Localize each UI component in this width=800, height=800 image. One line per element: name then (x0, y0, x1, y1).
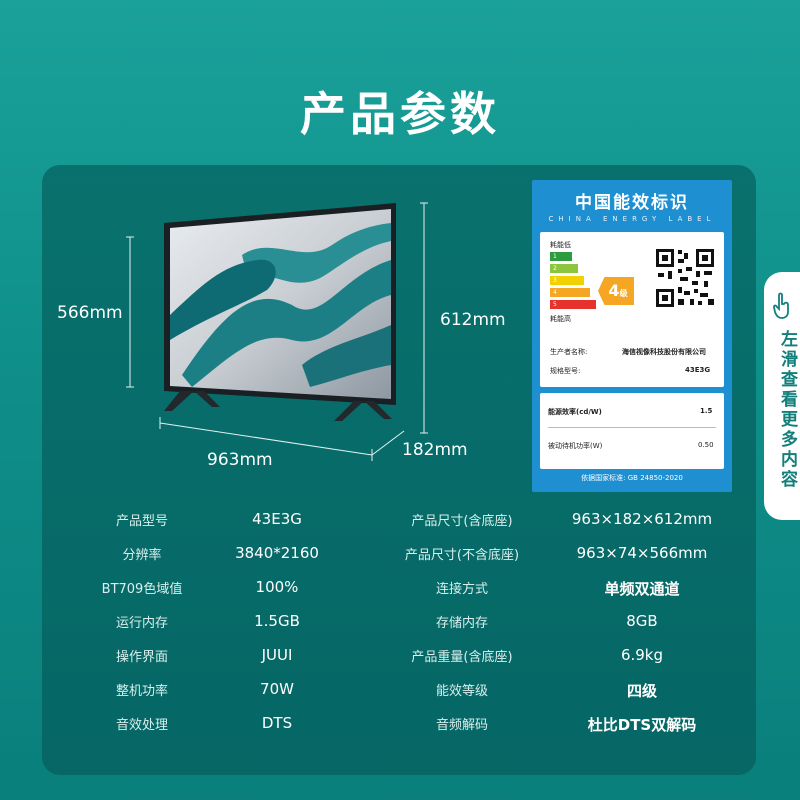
energy-label-lower: 能源效率(cd/W) 1.5 被动待机功率(W) 0.50 (540, 393, 724, 469)
efficiency-value: 1.5 (700, 407, 713, 415)
qr-code-icon (654, 247, 716, 309)
screen-height-label: 566mm (57, 303, 123, 323)
spec-label: 整机功率 (115, 684, 168, 699)
depth-label: 182mm (402, 440, 468, 460)
spec-row: 音效处理 DTS 音频解码 杜比DTS双解码 (42, 714, 756, 748)
grade-indicator: 4级 (598, 277, 634, 305)
spec-label: 产品尺寸(不含底座) (404, 548, 520, 563)
swipe-hint-tab[interactable]: 左滑查看更多内容 (764, 272, 800, 520)
spec-value: 6.9kg (620, 646, 664, 664)
grade-bar-3: 3 (550, 276, 584, 285)
standby-label: 被动待机功率(W) (548, 442, 603, 450)
spec-value: 43E3G (252, 510, 302, 528)
high-consumption-text: 耗能高 (550, 315, 571, 323)
spec-value: 3840*2160 (235, 544, 319, 562)
tv-illustration: 566mm 612mm 963mm 182mm (42, 165, 512, 485)
grade-bar-5: 5 (550, 300, 596, 309)
spec-label: 音效处理 (115, 718, 168, 733)
spec-label: BT709色域值 (101, 582, 183, 597)
spec-label: 产品型号 (115, 514, 168, 529)
spec-value: 四级 (626, 682, 657, 700)
spec-label: 运行内存 (115, 616, 168, 631)
hand-swipe-icon (773, 292, 789, 319)
spec-row: 操作界面 JUUI 产品重量(含底座) 6.9kg (42, 646, 756, 680)
total-height-label: 612mm (440, 310, 506, 330)
efficiency-label: 能源效率(cd/W) (548, 408, 602, 416)
low-consumption-text: 耗能低 (550, 241, 571, 249)
spec-value: 8GB (626, 612, 658, 630)
spec-value: 杜比DTS双解码 (587, 716, 697, 734)
spec-value: 963×74×566mm (576, 544, 708, 562)
spec-label: 连接方式 (435, 582, 488, 597)
energy-label: 中国能效标识 CHINA ENERGY LABEL 耗能低 1 2 3 4 5 … (532, 180, 732, 492)
manufacturer-value: 海信视像科技股份有限公司 (622, 348, 706, 356)
energy-label-title: 中国能效标识 (575, 193, 689, 213)
energy-label-subtitle: CHINA ENERGY LABEL (548, 215, 716, 223)
spec-row: BT709色域值 100% 连接方式 单频双通道 (42, 578, 756, 612)
spec-value: 1.5GB (254, 612, 300, 630)
model-value: 43E3G (685, 366, 711, 374)
spec-label: 操作界面 (115, 650, 168, 665)
model-label: 规格型号: (550, 367, 581, 375)
energy-standard: 依据国家标准: GB 24850-2020 (581, 474, 683, 482)
grade-bar-4: 4 (550, 288, 590, 297)
spec-row: 分辨率 3840*2160 产品尺寸(不含底座) 963×74×566mm (42, 544, 756, 578)
spec-row: 整机功率 70W 能效等级 四级 (42, 680, 756, 714)
spec-label: 音频解码 (435, 718, 488, 733)
spec-label: 产品尺寸(含底座) (411, 514, 513, 529)
spec-row: 产品型号 43E3G 产品尺寸(含底座) 963×182×612mm (42, 510, 756, 544)
standby-value: 0.50 (698, 441, 714, 449)
spec-label: 分辨率 (122, 548, 162, 563)
spec-value: DTS (261, 714, 293, 732)
manufacturer-label: 生产者名称: (550, 348, 588, 356)
grade-bar-1: 1 (550, 252, 572, 261)
spec-value: 单频双通道 (604, 580, 680, 598)
spec-value: 70W (260, 680, 294, 698)
spec-row: 运行内存 1.5GB 存储内存 8GB (42, 612, 756, 646)
grade-bar-2: 2 (550, 264, 578, 273)
spec-value: JUUI (261, 646, 293, 664)
page-title: 产品参数 (300, 87, 500, 141)
spec-label: 存储内存 (435, 616, 488, 631)
spec-value: 100% (255, 578, 299, 596)
spec-value: 963×182×612mm (571, 510, 713, 528)
spec-label: 产品重量(含底座) (411, 650, 513, 665)
swipe-hint-text: 左滑查看更多内容 (777, 330, 797, 490)
width-label: 963mm (207, 450, 273, 470)
spec-card: 566mm 612mm 963mm 182mm 中国能效标识 CHINA ENE… (42, 165, 756, 775)
spec-label: 能效等级 (435, 684, 488, 699)
energy-label-upper: 耗能低 1 2 3 4 5 耗能高 4级 生产者名称: 海信视像科技股份有限公司… (540, 232, 724, 387)
